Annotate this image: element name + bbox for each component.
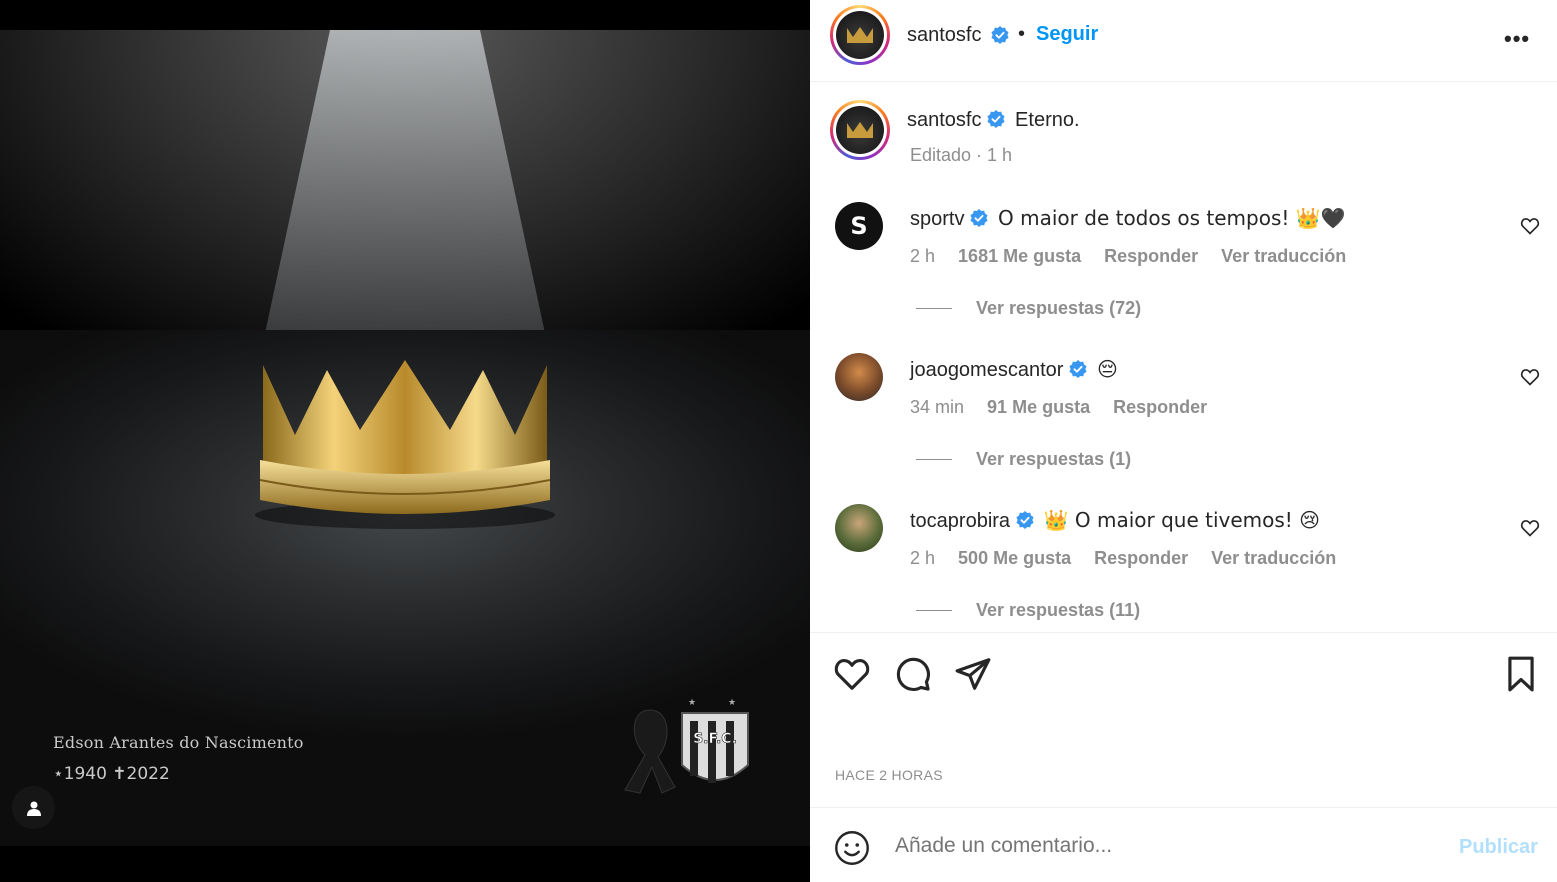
- comment-text-row: sportv O maior de todos os tempos! 👑🖤: [910, 206, 1346, 231]
- translate-button[interactable]: Ver traducción: [1221, 246, 1346, 266]
- post-actions-bar: HACE 2 HORAS: [810, 632, 1557, 808]
- comment-avatar[interactable]: S: [835, 202, 883, 250]
- view-replies-label: Ver respuestas (11): [976, 600, 1141, 620]
- verified-badge-icon: [970, 209, 989, 227]
- comment-avatar[interactable]: [835, 504, 883, 552]
- author-username[interactable]: santosfc: [907, 24, 981, 47]
- caption-username[interactable]: santosfc: [907, 109, 981, 131]
- replies-divider: [916, 610, 952, 611]
- share-paper-plane-icon[interactable]: [954, 655, 992, 693]
- emoji-smiley-icon[interactable]: [834, 830, 870, 866]
- replies-divider: [916, 459, 952, 460]
- comment-text-row: joaogomescantor 😔: [910, 357, 1118, 382]
- view-replies-button[interactable]: Ver respuestas (1): [916, 449, 1131, 470]
- svg-text:★: ★: [728, 697, 736, 707]
- comment-meta: 34 min 91 Me gusta Responder: [910, 397, 1225, 418]
- memorial-years: ⋆1940 ✝2022: [53, 764, 170, 784]
- post-time-ago[interactable]: HACE 2 HORAS: [835, 767, 943, 783]
- comment-time: 2 h: [910, 246, 936, 266]
- comment-likes[interactable]: 500 Me gusta: [958, 548, 1071, 568]
- svg-text:★: ★: [688, 697, 696, 707]
- comment-likes[interactable]: 91 Me gusta: [987, 397, 1090, 417]
- comment-bubble-icon[interactable]: [894, 655, 932, 693]
- comment-username[interactable]: joaogomescantor: [910, 359, 1063, 381]
- comment-time: 34 min: [910, 397, 965, 417]
- publish-button[interactable]: Publicar: [1459, 836, 1538, 859]
- crown-avatar-icon: [847, 122, 873, 138]
- svg-text:S: S: [850, 212, 867, 240]
- verified-badge-icon: [1069, 360, 1087, 378]
- caption-author-avatar[interactable]: [830, 100, 890, 160]
- verified-badge-icon: [987, 110, 1006, 128]
- verified-badge-icon: [1016, 511, 1034, 529]
- verified-badge-icon: [991, 26, 1009, 44]
- view-replies-label: Ver respuestas (1): [976, 449, 1132, 469]
- sportv-logo-icon: S: [850, 212, 867, 240]
- save-bookmark-icon[interactable]: [1502, 655, 1540, 693]
- logo-text: S.F.C.: [693, 731, 737, 747]
- view-replies-button[interactable]: Ver respuestas (11): [916, 600, 1140, 621]
- reply-button[interactable]: Responder: [1094, 548, 1188, 568]
- like-comment-heart-icon[interactable]: [1520, 518, 1540, 538]
- comment-meta: 2 h 500 Me gusta Responder Ver traducció…: [910, 548, 1354, 569]
- follow-button[interactable]: Seguir: [1036, 23, 1098, 46]
- comment-body: 👑 O maior que tivemos! 😢: [1043, 508, 1321, 532]
- like-heart-icon[interactable]: [833, 655, 871, 693]
- user-icon: [26, 801, 41, 816]
- reply-button[interactable]: Responder: [1104, 246, 1198, 266]
- more-options-icon[interactable]: •••: [1504, 26, 1530, 52]
- reply-button[interactable]: Responder: [1113, 397, 1207, 417]
- view-replies-button[interactable]: Ver respuestas (72): [916, 298, 1141, 319]
- santos-fc-logo-with-mourning-ribbon: S.F.C. ★ ★: [624, 697, 749, 794]
- post-details-panel: santosfc • Seguir ••• santosfc Eterno. E…: [810, 0, 1557, 882]
- replies-divider: [916, 308, 952, 309]
- view-replies-label: Ver respuestas (72): [976, 298, 1142, 318]
- add-comment-input[interactable]: [895, 834, 1415, 858]
- caption-meta: Editado · 1 h: [910, 145, 1013, 165]
- comment-likes[interactable]: 1681 Me gusta: [958, 246, 1081, 266]
- like-comment-heart-icon[interactable]: [1520, 367, 1540, 387]
- translate-button[interactable]: Ver traducción: [1211, 548, 1336, 568]
- post-media[interactable]: Edson Arantes do Nascimento ⋆1940 ✝2022 …: [0, 0, 810, 882]
- like-comment-heart-icon[interactable]: [1520, 216, 1540, 236]
- comment-avatar[interactable]: [835, 353, 883, 401]
- comment-time: 2 h: [910, 548, 936, 568]
- comment-body: 😔: [1097, 357, 1118, 381]
- post-header: santosfc • Seguir •••: [810, 0, 1557, 82]
- separator-dot: •: [1018, 23, 1026, 45]
- tagged-users-button[interactable]: [12, 786, 55, 829]
- crown-avatar-icon: [847, 27, 873, 43]
- comment-meta: 2 h 1681 Me gusta Responder Ver traducci…: [910, 246, 1364, 267]
- media-bottom-bar: [0, 846, 810, 882]
- memorial-name: Edson Arantes do Nascimento: [53, 733, 304, 752]
- comment-username[interactable]: sportv: [910, 208, 964, 230]
- comment-text-row: tocaprobira 👑 O maior que tivemos! 😢: [910, 508, 1320, 533]
- author-avatar[interactable]: [830, 5, 890, 65]
- caption-text: Eterno.: [1015, 109, 1080, 131]
- post-caption: santosfc Eterno.: [907, 109, 1080, 132]
- comment-username[interactable]: tocaprobira: [910, 510, 1010, 532]
- golden-crown-image: [255, 360, 555, 529]
- comment-body: O maior de todos os tempos! 👑🖤: [998, 206, 1346, 230]
